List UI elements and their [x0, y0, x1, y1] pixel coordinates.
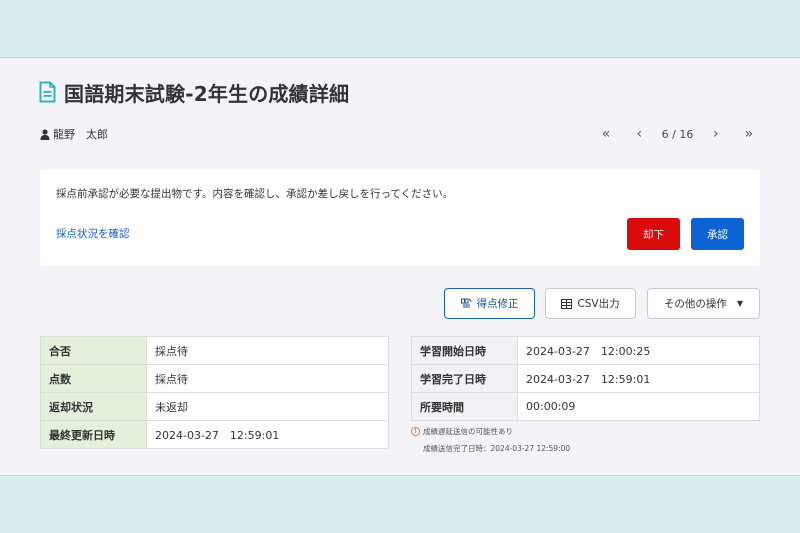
field-label: 所要時間	[411, 392, 518, 421]
sent-timestamp: 成績送信完了日時：2024-03-27 12:59:00	[423, 444, 571, 453]
page-count: 6 / 16	[661, 127, 694, 141]
user-row: 龍野 太郎	[40, 126, 108, 142]
approval-notice: 採点前承認が必要な提出物です。内容を確認し、承認か差し戻しを行ってください。 採…	[40, 169, 760, 266]
table-row: 点数 採点待	[40, 364, 389, 393]
notice-message: 採点前承認が必要な提出物です。内容を確認し、承認か差し戻しを行ってください。	[56, 188, 454, 200]
table-row: 学習完了日時 2024-03-27 12:59:01	[411, 364, 760, 393]
reject-button[interactable]: 却下	[627, 218, 680, 250]
next-page-button[interactable]: ›	[705, 124, 727, 144]
score-edit-button[interactable]: 得点修正	[444, 288, 535, 319]
score-edit-label: 得点修正	[476, 298, 519, 310]
field-value: 2024-03-27 12:59:01	[146, 420, 389, 449]
csv-export-label: CSV出力	[577, 298, 620, 310]
field-value: 採点待	[146, 364, 389, 393]
result-table: 合否 採点待 点数 採点待 返却状況 未返却 最終更新日時 2024-03-27 12:59:…	[40, 336, 389, 449]
last-page-button[interactable]: »	[738, 124, 760, 144]
more-actions-label: その他の操作	[663, 298, 727, 310]
table-row: 所要時間 00:00:09	[411, 392, 760, 421]
pager: « ‹ 6 / 16 › »	[595, 124, 760, 144]
title-row: 国語期末試験-2年生の成績詳細	[39, 78, 349, 106]
field-label: 返却状況	[40, 392, 147, 421]
study-time-table: 学習開始日時 2024-03-27 12:00:25 学習完了日時 2024-03-2…	[411, 336, 760, 421]
field-label: 最終更新日時	[40, 420, 147, 449]
score-edit-icon	[460, 298, 472, 309]
delay-warning-text: 成績遅延送信の可能性あり	[423, 427, 513, 436]
table-icon	[561, 298, 573, 309]
csv-export-button[interactable]: CSV出力	[545, 288, 636, 319]
user-name: 龍野 太郎	[53, 128, 108, 141]
field-label: 合否	[40, 336, 147, 365]
grading-status-link[interactable]: 採点状況を確認	[56, 226, 130, 241]
table-row: 返却状況 未返却	[40, 392, 389, 421]
field-value: 未返却	[146, 392, 389, 421]
caret-down-icon: ▼	[736, 299, 744, 308]
field-value: 00:00:09	[517, 392, 760, 421]
field-label: 点数	[40, 364, 147, 393]
document-icon	[39, 81, 56, 103]
table-row: 合否 採点待	[40, 336, 389, 365]
user-icon	[40, 128, 50, 140]
field-label: 学習開始日時	[411, 336, 518, 365]
page-title: 国語期末試験-2年生の成績詳細	[64, 81, 350, 106]
more-actions-dropdown[interactable]: その他の操作 ▼	[647, 288, 760, 319]
delay-warning: ! 成績遅延送信の可能性あり	[411, 426, 513, 437]
field-value: 2024-03-27 12:59:01	[517, 364, 760, 393]
page-container: 国語期末試験-2年生の成績詳細 龍野 太郎 « ‹ 6 / 16 › » 採点前…	[0, 57, 800, 476]
warning-icon: !	[411, 427, 420, 436]
prev-page-button[interactable]: ‹	[628, 124, 650, 144]
approve-button[interactable]: 承認	[691, 218, 744, 250]
table-row: 学習開始日時 2024-03-27 12:00:25	[411, 336, 760, 365]
table-row: 最終更新日時 2024-03-27 12:59:01	[40, 420, 389, 449]
first-page-button[interactable]: «	[595, 124, 617, 144]
field-value: 2024-03-27 12:00:25	[517, 336, 760, 365]
field-value: 採点待	[146, 336, 389, 365]
field-label: 学習完了日時	[411, 364, 518, 393]
